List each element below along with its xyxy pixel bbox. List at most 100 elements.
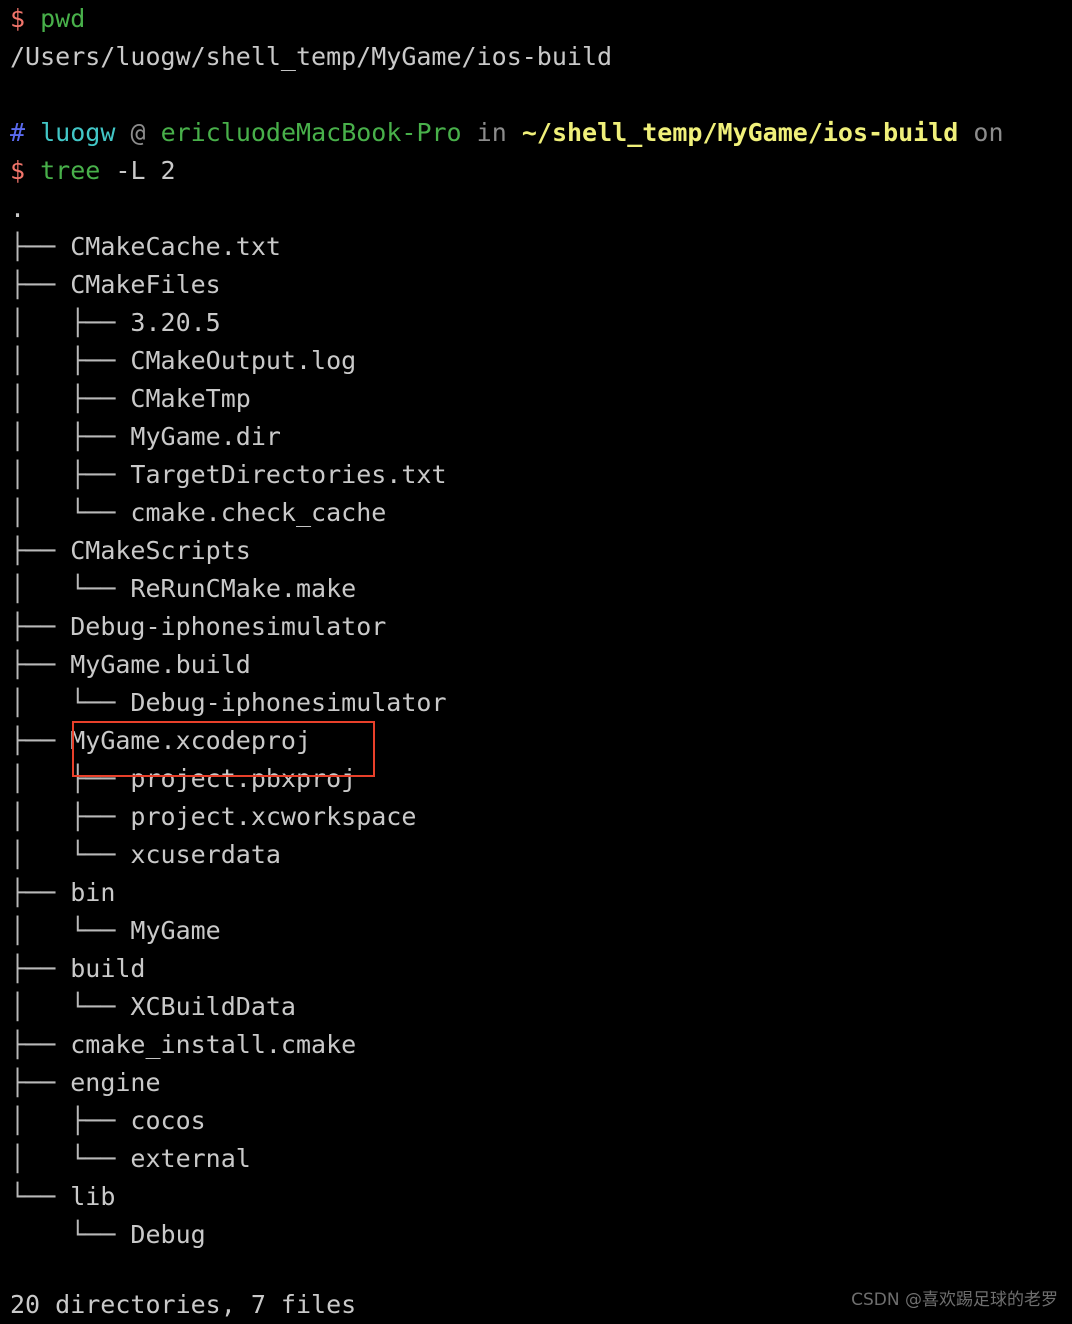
tree-branch-glyph: ├── [10, 536, 71, 565]
tree-row[interactable]: │ └── xcuserdata [0, 836, 1072, 874]
tree-node-label: 3.20.5 [130, 308, 221, 337]
tree-node-label: bin [70, 878, 116, 907]
prompt-cwd: ~/shell_temp/MyGame/ios-build [521, 118, 959, 147]
prompt-sigil-dollar: $ [10, 156, 26, 185]
csdn-watermark: CSDN @喜欢踢足球的老罗 [851, 1290, 1058, 1310]
tree-row[interactable]: ├── bin [0, 874, 1072, 912]
tree-node-label: Debug [130, 1220, 206, 1249]
tree-node-label: project.pbxproj [130, 764, 357, 793]
tree-node-label: lib [70, 1182, 116, 1211]
tree-branch-glyph: │ ├── [10, 764, 131, 793]
tree-row[interactable]: └── Debug [0, 1216, 1072, 1254]
cwd-path-text: /Users/luogw/shell_temp/MyGame/ios-build [10, 42, 613, 71]
tree-branch-glyph: └── [10, 1182, 71, 1211]
tree-branch-glyph: ├── [10, 726, 71, 755]
tree-row[interactable]: ├── engine [0, 1064, 1072, 1102]
tree-node-label: CMakeTmp [130, 384, 251, 413]
tree-node-label: build [70, 954, 146, 983]
tree-branch-glyph: │ └── [10, 498, 131, 527]
tree-row[interactable]: ├── CMakeScripts [0, 532, 1072, 570]
prompt-in-keyword: in [476, 118, 507, 147]
tree-row[interactable]: │ └── Debug-iphonesimulator [0, 684, 1072, 722]
tree-row[interactable]: │ ├── MyGame.dir [0, 418, 1072, 456]
tree-branch-glyph: ├── [10, 878, 71, 907]
command-name-pwd: pwd [40, 4, 86, 33]
tree-branch-glyph: ├── [10, 612, 71, 641]
command-name-tree: tree [40, 156, 101, 185]
tree-node-label: CMakeScripts [70, 536, 251, 565]
tree-row[interactable]: │ └── external [0, 1140, 1072, 1178]
tree-node-label: xcuserdata [130, 840, 281, 869]
tree-root-node: . [0, 190, 1072, 228]
tree-node-label: TargetDirectories.txt [130, 460, 447, 489]
tree-node-label: MyGame.dir [130, 422, 281, 451]
tree-node-label: cmake.check_cache [130, 498, 387, 527]
tree-branch-glyph: │ ├── [10, 422, 131, 451]
prompt-sigil-dollar: $ [10, 4, 26, 33]
tree-row[interactable]: │ ├── cocos [0, 1102, 1072, 1140]
tree-branch-glyph: │ └── [10, 1144, 131, 1173]
tree-branch-glyph: │ ├── [10, 802, 131, 831]
command-line-pwd: $ pwd [0, 0, 1072, 38]
tree-branch-glyph: ├── [10, 650, 71, 679]
tree-row[interactable]: │ └── ReRunCMake.make [0, 570, 1072, 608]
tree-row[interactable]: ├── build [0, 950, 1072, 988]
tree-row[interactable]: │ └── XCBuildData [0, 988, 1072, 1026]
command-args-tree: -L 2 [115, 156, 176, 185]
tree-branch-glyph: │ └── [10, 916, 131, 945]
tree-branch-glyph: │ ├── [10, 308, 131, 337]
tree-node-label: MyGame.build [70, 650, 251, 679]
tree-branch-glyph: │ ├── [10, 384, 131, 413]
tree-branch-glyph: │ └── [10, 992, 131, 1021]
tree-listing: ├── CMakeCache.txt ├── CMakeFiles │ ├── 3.… [0, 228, 1072, 1254]
tree-row[interactable]: ├── MyGame.xcodeproj [0, 722, 1072, 760]
tree-node-label: engine [70, 1068, 161, 1097]
tree-node-label: project.xcworkspace [130, 802, 417, 831]
tree-node-label: cmake_install.cmake [70, 1030, 357, 1059]
tree-node-label: CMakeOutput.log [130, 346, 357, 375]
tree-row[interactable]: │ ├── TargetDirectories.txt [0, 456, 1072, 494]
tree-node-label: CMakeFiles [70, 270, 221, 299]
tree-branch-glyph: └── [10, 1220, 131, 1249]
tree-row[interactable]: └── lib [0, 1178, 1072, 1216]
command-line-tree: $ tree -L 2 [0, 152, 1072, 190]
tree-node-label: Debug-iphonesimulator [70, 612, 387, 641]
tree-row[interactable]: │ ├── project.xcworkspace [0, 798, 1072, 836]
tree-row[interactable]: ├── CMakeCache.txt [0, 228, 1072, 266]
tree-root-label: . [10, 194, 26, 223]
terminal-window[interactable]: $ pwd /Users/luogw/shell_temp/MyGame/ios… [0, 0, 1072, 1324]
tree-branch-glyph: │ ├── [10, 1106, 131, 1135]
tree-node-label: cocos [130, 1106, 206, 1135]
tree-row[interactable]: │ ├── CMakeTmp [0, 380, 1072, 418]
tree-row[interactable]: │ └── MyGame [0, 912, 1072, 950]
prompt-at-symbol: @ [130, 118, 146, 147]
tree-node-label: MyGame.xcodeproj [70, 726, 312, 755]
tree-row[interactable]: ├── CMakeFiles [0, 266, 1072, 304]
tree-row[interactable]: │ ├── 3.20.5 [0, 304, 1072, 342]
tree-row[interactable]: │ └── cmake.check_cache [0, 494, 1072, 532]
prompt-info-line: # luogw @ ericluodeMacBook-Pro in ~/shel… [0, 114, 1072, 152]
tree-row[interactable]: │ ├── CMakeOutput.log [0, 342, 1072, 380]
tree-branch-glyph: │ └── [10, 574, 131, 603]
tree-branch-glyph: │ └── [10, 840, 131, 869]
tree-row[interactable]: │ ├── project.pbxproj [0, 760, 1072, 798]
tree-row[interactable]: ├── Debug-iphonesimulator [0, 608, 1072, 646]
prompt-sigil-hash: # [10, 118, 26, 147]
tree-branch-glyph: ├── [10, 1068, 71, 1097]
prompt-username: luogw [40, 118, 116, 147]
tree-branch-glyph: ├── [10, 270, 71, 299]
prompt-hostname: ericluodeMacBook-Pro [160, 118, 462, 147]
tree-node-label: Debug-iphonesimulator [130, 688, 447, 717]
tree-node-label: ReRunCMake.make [130, 574, 357, 603]
tree-branch-glyph: ├── [10, 1030, 71, 1059]
tree-row[interactable]: ├── cmake_install.cmake [0, 1026, 1072, 1064]
tree-row[interactable]: ├── MyGame.build [0, 646, 1072, 684]
